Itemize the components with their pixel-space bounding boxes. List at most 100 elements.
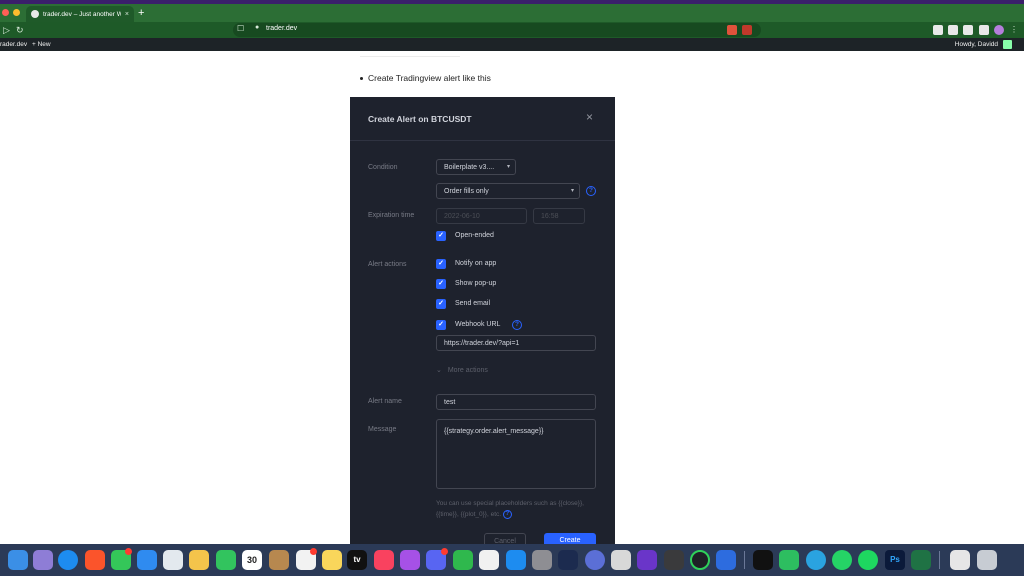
menu-dots-icon[interactable]: ⋮ [1010, 25, 1020, 35]
window-controls [2, 9, 20, 16]
dock-separator [939, 551, 940, 569]
mail-icon[interactable] [137, 550, 157, 570]
sidebar-icon[interactable] [979, 25, 989, 35]
expiration-date-input: 2022-06-10 [436, 208, 527, 224]
trash-icon[interactable] [977, 550, 997, 570]
bullet-dot [360, 77, 363, 81]
dock: 30 tv Ps [0, 544, 1024, 576]
launchpad-icon[interactable] [33, 550, 53, 570]
open-ended-checkbox[interactable]: ✓ [436, 231, 446, 241]
tab-close-icon[interactable]: × [125, 11, 129, 18]
show-popup-checkbox[interactable]: ✓ [436, 279, 446, 289]
lock-icon: ● [255, 24, 260, 31]
activity-icon[interactable] [690, 550, 710, 570]
send-email-checkbox[interactable]: ✓ [436, 299, 446, 309]
address-bar[interactable]: ☐ ● trader.dev [233, 23, 761, 37]
bookmark-icon[interactable]: ☐ [237, 24, 244, 33]
browser-toolbar: ▷ ↻ ☐ ● trader.dev ⋮ [0, 22, 1024, 38]
app-icon[interactable] [611, 550, 631, 570]
extension-icon[interactable] [933, 25, 943, 35]
close-dialog-icon[interactable]: × [586, 111, 593, 123]
extension-icon[interactable] [963, 25, 973, 35]
terminal-icon[interactable] [753, 550, 773, 570]
numbers-icon[interactable] [453, 550, 473, 570]
wp-avatar[interactable] [1003, 40, 1012, 49]
tab-trader-dev[interactable]: trader.dev – Just another Word… × [26, 6, 134, 22]
open-ended-label: Open-ended [455, 232, 494, 239]
wp-new-link[interactable]: + New [32, 41, 51, 48]
app-icon[interactable] [558, 550, 578, 570]
system-preferences-icon[interactable] [532, 550, 552, 570]
condition-value: Boilerplate v3.... [444, 164, 495, 171]
placeholder-help-icon[interactable]: ? [502, 509, 512, 519]
trigger-select[interactable]: Order fills only ▾ [436, 183, 580, 199]
extension-icon[interactable] [948, 25, 958, 35]
finder-icon[interactable] [8, 550, 28, 570]
safari-icon[interactable] [58, 550, 78, 570]
bullet-item: Create Tradingview alert like this [360, 73, 491, 83]
notify-app-label: Notify on app [455, 260, 497, 267]
webhook-label: Webhook URL [455, 321, 501, 328]
app-icon[interactable] [716, 550, 736, 570]
maps-icon[interactable] [163, 550, 183, 570]
forward-icon[interactable]: ▷ [3, 24, 10, 36]
expiration-time-input: 16:58 [533, 208, 585, 224]
podcasts-icon[interactable] [400, 550, 420, 570]
create-alert-dialog: Create Alert on BTCUSDT × Condition Boil… [350, 97, 615, 547]
app-icon[interactable] [637, 550, 657, 570]
more-actions-label: More actions [447, 367, 488, 374]
notes-icon[interactable] [322, 550, 342, 570]
profile-avatar-icon[interactable] [994, 25, 1004, 35]
document-icon[interactable] [950, 550, 970, 570]
reload-icon[interactable]: ↻ [16, 24, 24, 36]
music-icon[interactable] [374, 550, 394, 570]
tab-bar: trader.dev – Just another Word… × + [0, 4, 1024, 22]
tab-title: trader.dev – Just another Word… [43, 10, 121, 18]
bullet-text: Create Tradingview alert like this [368, 73, 491, 83]
photos-icon[interactable] [189, 550, 209, 570]
facetime-icon[interactable] [216, 550, 236, 570]
wp-howdy-link[interactable]: Howdy, Davidd [955, 41, 998, 48]
message-textarea[interactable]: {{strategy.order.alert_message}} [436, 419, 596, 489]
webhook-help-icon[interactable]: ? [512, 320, 522, 330]
message-label: Message [368, 426, 397, 433]
close-window-button[interactable] [2, 9, 9, 16]
condition-select[interactable]: Boilerplate v3.... ▾ [436, 159, 516, 175]
telegram-icon[interactable] [806, 550, 826, 570]
alert-name-input[interactable]: test [436, 394, 596, 410]
alert-actions-label: Alert actions [368, 261, 407, 268]
alert-name-label: Alert name [368, 398, 402, 405]
content-divider [360, 56, 460, 57]
spotify-icon[interactable] [858, 550, 878, 570]
whatsapp-icon[interactable] [832, 550, 852, 570]
apple-tv-icon[interactable]: tv [347, 550, 367, 570]
new-tab-button[interactable]: + [138, 7, 144, 19]
app-icon[interactable] [664, 550, 684, 570]
webhook-checkbox[interactable]: ✓ [436, 320, 446, 330]
photoshop-icon[interactable]: Ps [885, 550, 905, 570]
address-url[interactable]: trader.dev [266, 25, 297, 32]
wp-site-link[interactable]: rader.dev [0, 41, 27, 48]
dock-separator [744, 551, 745, 569]
dialog-title: Create Alert on BTCUSDT [368, 114, 472, 124]
brave-shields-icon[interactable] [727, 25, 737, 35]
textedit-icon[interactable] [479, 550, 499, 570]
minimize-window-button[interactable] [13, 9, 20, 16]
reminders-badge [310, 548, 317, 555]
excel-icon[interactable] [911, 550, 931, 570]
brave-icon[interactable] [85, 550, 105, 570]
trigger-help-icon[interactable]: ? [586, 186, 596, 196]
brave-rewards-icon[interactable] [742, 25, 752, 35]
discord-badge [441, 548, 448, 555]
contacts-icon[interactable] [269, 550, 289, 570]
wordpress-favicon-icon [31, 10, 39, 18]
messages-badge [125, 548, 132, 555]
webhook-url-input[interactable]: https://trader.dev/?api=1 [436, 335, 596, 351]
evernote-icon[interactable] [779, 550, 799, 570]
app-store-icon[interactable] [506, 550, 526, 570]
notify-app-checkbox[interactable]: ✓ [436, 259, 446, 269]
chevron-down-icon: ▾ [506, 164, 510, 170]
calendar-day: 30 [246, 555, 257, 565]
app-icon[interactable] [585, 550, 605, 570]
more-actions-toggle[interactable]: ⌄ More actions [436, 366, 488, 374]
